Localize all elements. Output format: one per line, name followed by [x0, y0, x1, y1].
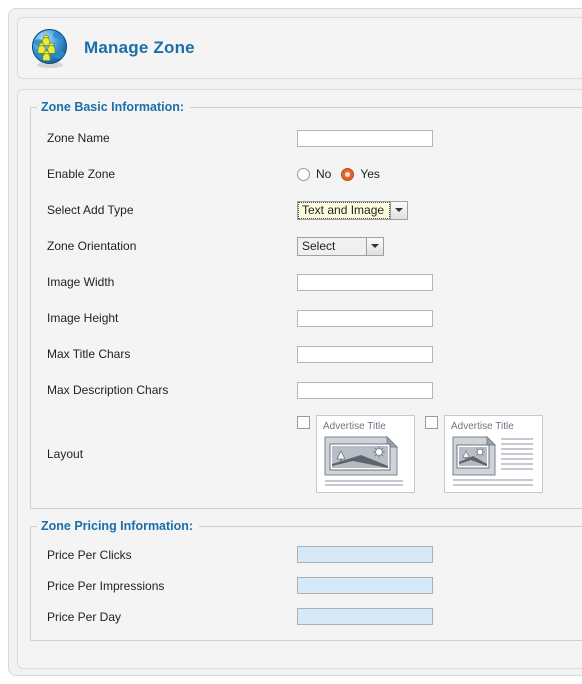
- select-add-type-dropdown[interactable]: Text and Image: [297, 200, 408, 220]
- price-per-day-input[interactable]: [297, 608, 433, 625]
- label-layout: Layout: [47, 447, 84, 461]
- row-layout: Layout Advertise Title Advertise Title: [31, 408, 582, 500]
- price-per-clicks-input[interactable]: [297, 546, 433, 563]
- layout-preview-image-left: [452, 435, 533, 486]
- section-legend-basic: Zone Basic Information:: [41, 100, 185, 114]
- layout-thumb-image-left[interactable]: Advertise Title: [444, 415, 543, 493]
- row-select-add-type: Select Add Type Text and Image: [31, 192, 582, 228]
- layout-checkbox-image-left[interactable]: [425, 416, 438, 429]
- label-zone-name: Zone Name: [47, 131, 110, 145]
- price-per-impressions-input[interactable]: [297, 577, 433, 594]
- layout-preview-image-top: [324, 435, 403, 486]
- enable-zone-label-no: No: [316, 167, 332, 181]
- label-max-description-chars: Max Description Chars: [47, 383, 169, 397]
- row-image-width: Image Width: [31, 264, 582, 300]
- row-zone-name: Zone Name: [31, 120, 582, 156]
- row-enable-zone: Enable Zone No Yes: [31, 156, 582, 192]
- label-image-width: Image Width: [47, 275, 115, 289]
- page-shell: Manage Zone Zone Basic Information: Zone…: [8, 8, 582, 676]
- zone-form-panel: Zone Basic Information: Zone Name Enable…: [17, 89, 582, 669]
- zone-orientation-value: Select: [302, 239, 336, 253]
- page-header: Manage Zone: [17, 17, 582, 79]
- label-price-per-day: Price Per Day: [47, 609, 122, 624]
- layout-checkbox-image-top[interactable]: [297, 416, 310, 429]
- label-max-title-chars: Max Title Chars: [47, 347, 131, 361]
- row-zone-orientation: Zone Orientation Select: [31, 228, 582, 264]
- enable-zone-radio-yes[interactable]: [341, 167, 355, 181]
- layout-thumb-image-top[interactable]: Advertise Title: [316, 415, 415, 493]
- label-price-per-clicks: Price Per Clicks: [47, 547, 132, 562]
- section-legend-pricing: Zone Pricing Information:: [41, 519, 194, 533]
- row-price-per-day: Price Per Day: [31, 601, 582, 632]
- max-description-chars-input[interactable]: [297, 381, 433, 399]
- row-image-height: Image Height: [31, 300, 582, 336]
- enable-zone-radio-no[interactable]: [297, 167, 310, 181]
- zone-orientation-dropdown[interactable]: Select: [297, 236, 384, 256]
- label-select-add-type: Select Add Type: [47, 203, 134, 217]
- image-height-input[interactable]: [297, 309, 433, 327]
- layout-thumb-title-2: Advertise Title: [451, 421, 514, 432]
- max-title-chars-input[interactable]: [297, 345, 433, 363]
- label-enable-zone: Enable Zone: [47, 167, 116, 181]
- row-price-per-clicks: Price Per Clicks: [31, 539, 582, 570]
- chevron-down-icon: [366, 237, 383, 255]
- globe-users-icon: [28, 26, 72, 70]
- enable-zone-label-yes: Yes: [360, 167, 380, 181]
- row-max-description-chars: Max Description Chars: [31, 372, 582, 408]
- enable-zone-radio-group: No Yes: [297, 167, 390, 181]
- row-max-title-chars: Max Title Chars: [31, 336, 582, 372]
- image-width-input[interactable]: [297, 273, 433, 291]
- row-price-per-impressions: Price Per Impressions: [31, 570, 582, 601]
- label-image-height: Image Height: [47, 311, 119, 325]
- section-zone-pricing-information: Zone Pricing Information: Price Per Clic…: [30, 519, 582, 641]
- zone-name-input[interactable]: [297, 129, 433, 147]
- label-zone-orientation: Zone Orientation: [47, 239, 137, 253]
- layout-option-image-left[interactable]: Advertise Title: [425, 415, 543, 493]
- chevron-down-icon: [390, 201, 407, 219]
- label-price-per-impressions: Price Per Impressions: [47, 578, 165, 593]
- select-add-type-value: Text and Image: [298, 201, 390, 219]
- layout-thumb-title-1: Advertise Title: [323, 421, 386, 432]
- layout-option-image-top[interactable]: Advertise Title: [297, 415, 415, 493]
- page-title: Manage Zone: [84, 38, 195, 57]
- section-zone-basic-information: Zone Basic Information: Zone Name Enable…: [30, 100, 582, 509]
